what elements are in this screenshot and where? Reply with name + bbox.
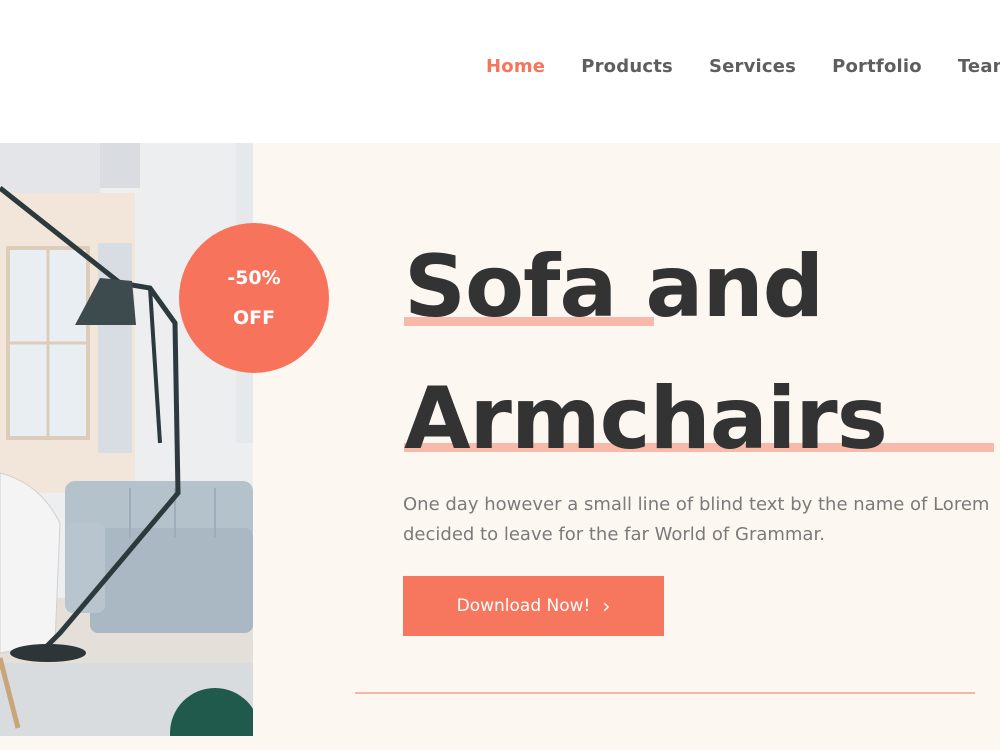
main-nav: Home Products Services Portfolio Team: [486, 56, 1000, 77]
download-now-label: Download Now!: [456, 596, 591, 616]
discount-badge: -50% OFF: [179, 223, 329, 373]
hero-divider: [355, 692, 975, 694]
nav-products[interactable]: Products: [581, 56, 673, 77]
hero-title: Sofa and Armchairs: [404, 221, 994, 485]
nav-team[interactable]: Team: [958, 56, 1000, 77]
hero-title-line-1: Sofa and: [404, 237, 824, 337]
hero-title-line-2: Armchairs: [404, 353, 994, 485]
download-now-button[interactable]: Download Now! ›: [403, 576, 664, 636]
discount-off-label: OFF: [232, 307, 276, 329]
hero-section: -50% OFF Sofa and Armchairs One day howe…: [0, 143, 1000, 750]
nav-portfolio[interactable]: Portfolio: [832, 56, 922, 77]
discount-percent: -50%: [227, 267, 281, 289]
hero-description: One day however a small line of blind te…: [403, 494, 990, 545]
living-room-photo: [0, 143, 253, 736]
chevron-right-icon: ›: [602, 594, 611, 618]
nav-services[interactable]: Services: [709, 56, 796, 77]
nav-home[interactable]: Home: [486, 56, 545, 77]
site-header: Home Products Services Portfolio Team: [0, 0, 1000, 142]
